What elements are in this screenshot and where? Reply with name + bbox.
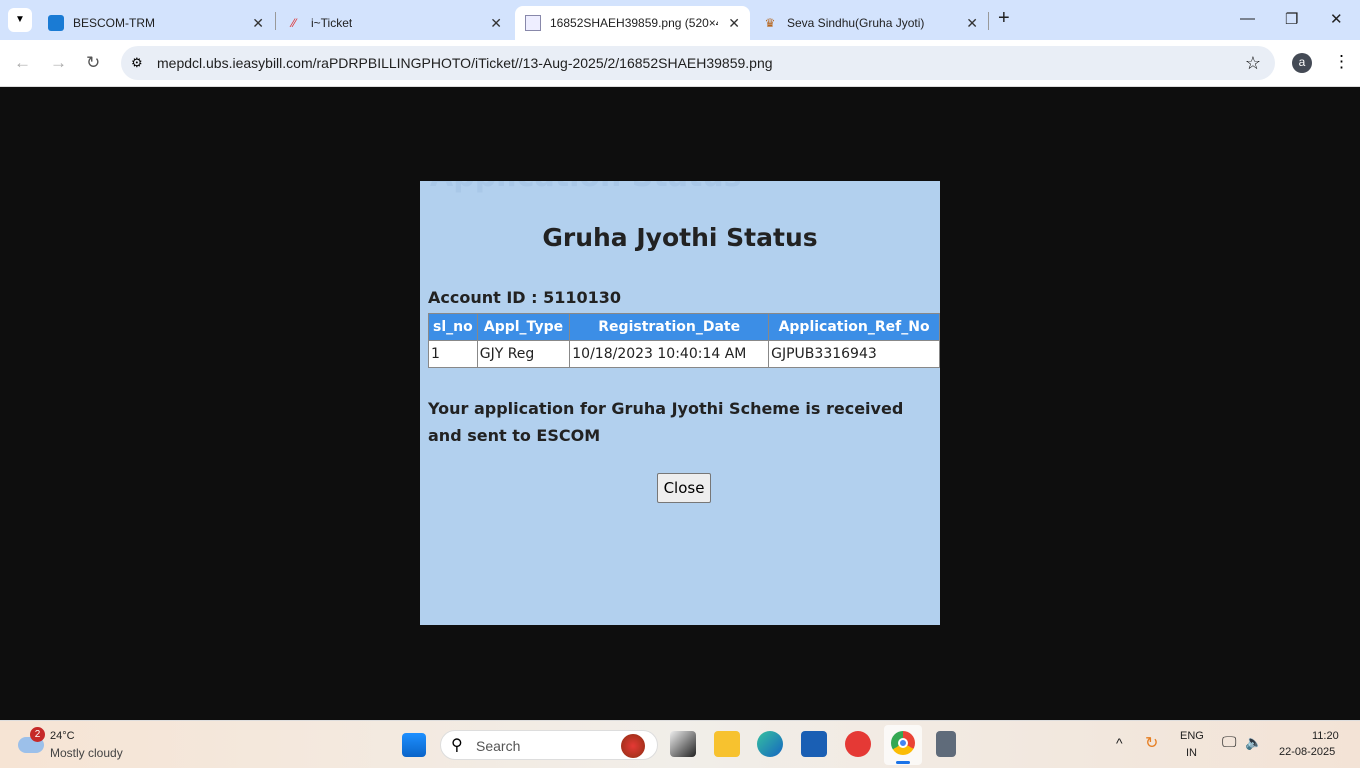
account-id: Account ID : 5110130 bbox=[428, 288, 622, 307]
region-indicator[interactable]: IN bbox=[1186, 747, 1197, 759]
tab-search-button[interactable]: ▼ bbox=[8, 8, 32, 32]
clock-time[interactable]: 11:20 bbox=[1312, 730, 1339, 742]
close-button[interactable]: Close bbox=[657, 473, 711, 503]
table-row: 1 GJY Reg 10/18/2023 10:40:14 AM GJPUB33… bbox=[428, 340, 940, 368]
windows-start-icon[interactable] bbox=[402, 733, 426, 757]
store-icon[interactable] bbox=[801, 731, 827, 757]
tab-seva-sindhu[interactable]: ♛ Seva Sindhu(Gruha Jyoti) ✕ bbox=[752, 6, 988, 40]
status-message: Your application for Gruha Jyothi Scheme… bbox=[428, 399, 904, 445]
emblem-icon: ♛ bbox=[764, 16, 776, 30]
show-hidden-icons[interactable]: ^ bbox=[1116, 735, 1123, 751]
close-tab-icon[interactable]: ✕ bbox=[252, 15, 264, 32]
site-info-icon[interactable]: ⚙ bbox=[131, 55, 143, 71]
reload-icon[interactable]: ↻ bbox=[86, 53, 100, 73]
page-title: Gruha Jyothi Status bbox=[542, 223, 818, 252]
restore-button[interactable]: ❐ bbox=[1285, 10, 1298, 28]
close-tab-icon[interactable]: ✕ bbox=[728, 15, 740, 32]
column-header: Registration_Date bbox=[569, 313, 770, 341]
tab-bar: ▼ BESCOM-TRM ✕ ⁄⁄ i~Ticket ✕ 16852SHAEH3985… bbox=[0, 0, 1360, 40]
close-tab-icon[interactable]: ✕ bbox=[966, 15, 978, 32]
taskbar: 2 24°C Mostly cloudy ⚲ Search ^ ↻ ENG IN… bbox=[0, 720, 1360, 768]
temperature: 24°C bbox=[50, 730, 75, 742]
forward-icon[interactable]: → bbox=[50, 53, 67, 73]
cell-appl-type: GJY Reg bbox=[476, 340, 571, 368]
notification-badge: 2 bbox=[30, 727, 45, 742]
tab-bescom[interactable]: BESCOM-TRM ✕ bbox=[38, 6, 274, 40]
chrome-icon[interactable] bbox=[884, 725, 922, 765]
calculator-icon[interactable] bbox=[936, 731, 956, 757]
search-icon: ⚲ bbox=[451, 737, 463, 754]
app-icon[interactable] bbox=[845, 731, 871, 757]
image-content: Application Status Gruha Jyothi Status A… bbox=[420, 181, 940, 625]
back-icon[interactable]: ← bbox=[14, 53, 31, 73]
menu-icon[interactable]: ⋮ bbox=[1333, 52, 1350, 72]
volume-icon[interactable]: 🔈 bbox=[1245, 734, 1262, 751]
tab-iticket[interactable]: ⁄⁄ i~Ticket ✕ bbox=[276, 6, 512, 40]
column-header: sl_no bbox=[428, 313, 478, 341]
ghost-title: Application Status bbox=[430, 181, 742, 194]
language-indicator[interactable]: ENG bbox=[1180, 730, 1204, 742]
url-text[interactable]: mepdcl.ubs.ieasybill.com/raPDRPBILLINGPH… bbox=[157, 55, 773, 71]
search-placeholder: Search bbox=[476, 738, 521, 754]
cell-registration-date: 10/18/2023 10:40:14 AM bbox=[569, 340, 770, 368]
status-table: sl_no Appl_Type Registration_Date Applic… bbox=[428, 313, 940, 368]
bookmark-star-icon[interactable]: ☆ bbox=[1245, 53, 1261, 74]
task-view-icon[interactable] bbox=[670, 731, 696, 757]
weather-text: Mostly cloudy bbox=[50, 746, 123, 760]
minimize-button[interactable]: — bbox=[1240, 10, 1255, 27]
network-icon[interactable]: 🖵 bbox=[1222, 734, 1236, 751]
close-window-button[interactable]: ✕ bbox=[1330, 10, 1343, 28]
toolbar: ← → ↻ ⚙ mepdcl.ubs.ieasybill.com/raPDRPB… bbox=[0, 40, 1360, 87]
clock-date[interactable]: 22-08-2025 bbox=[1279, 746, 1335, 758]
bescom-icon bbox=[48, 15, 64, 31]
close-tab-icon[interactable]: ✕ bbox=[490, 15, 502, 32]
new-tab-button[interactable]: + bbox=[998, 7, 1010, 30]
search-highlight-icon bbox=[621, 734, 645, 758]
edge-icon[interactable] bbox=[757, 731, 783, 757]
column-header: Application_Ref_No bbox=[768, 313, 940, 341]
column-header: Appl_Type bbox=[476, 313, 571, 341]
address-bar[interactable]: ⚙ mepdcl.ubs.ieasybill.com/raPDRPBILLING… bbox=[121, 46, 1275, 80]
profile-avatar[interactable]: a bbox=[1292, 53, 1312, 73]
cell-sl-no: 1 bbox=[428, 340, 478, 368]
image-file-icon bbox=[525, 15, 541, 31]
cell-ref-no: GJPUB3316943 bbox=[768, 340, 940, 368]
search-box[interactable]: ⚲ Search bbox=[440, 730, 658, 760]
tab-image[interactable]: 16852SHAEH39859.png (520×4 ✕ bbox=[515, 6, 750, 40]
iticket-icon: ⁄⁄ bbox=[291, 16, 296, 30]
sync-icon[interactable]: ↻ bbox=[1145, 733, 1158, 753]
file-explorer-icon[interactable] bbox=[714, 731, 740, 757]
